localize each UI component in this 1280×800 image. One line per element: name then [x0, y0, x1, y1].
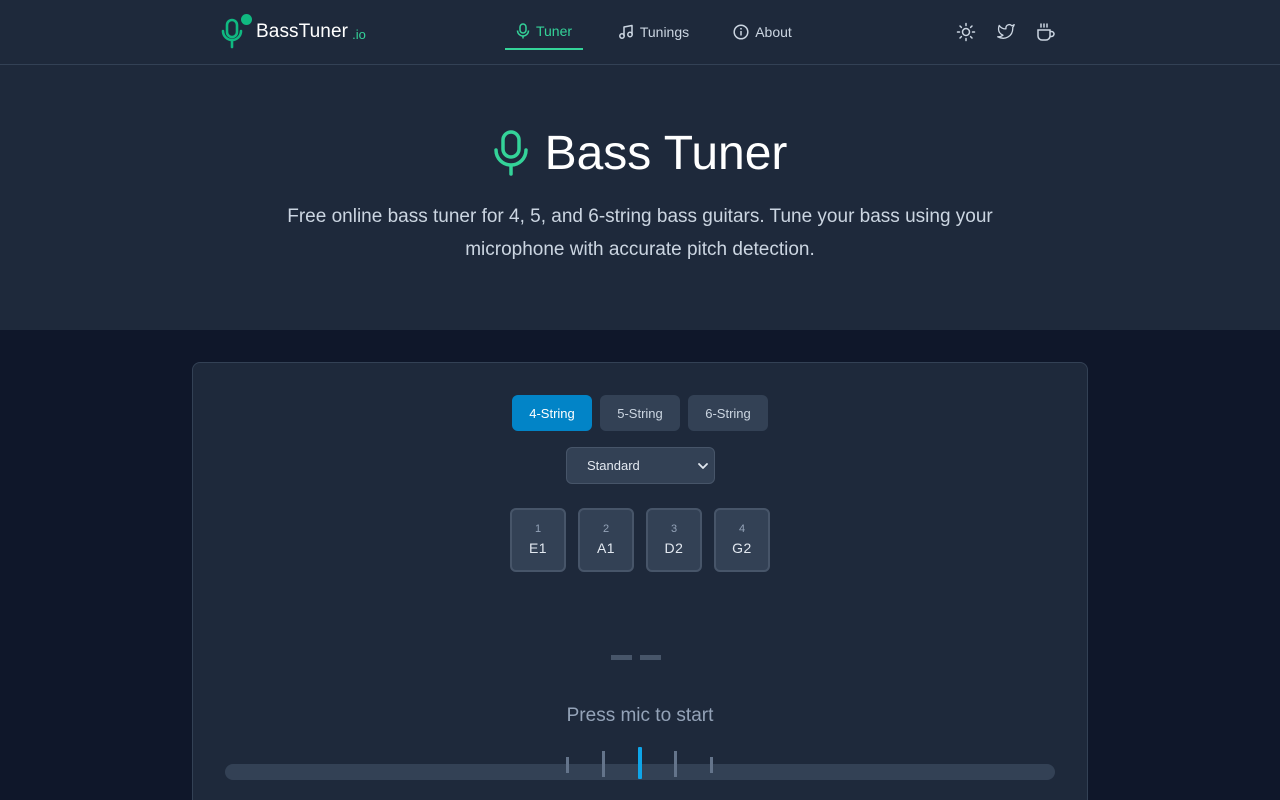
tab-tuner-label: Tuner	[535, 23, 573, 39]
tuning-meter	[225, 747, 1055, 780]
string-button-2[interactable]: 2 A1	[578, 508, 634, 572]
tuner-card: 4-String 5-String 6-String Standard 1 E1…	[192, 362, 1088, 800]
site-logo[interactable]: BassTuner .io	[220, 12, 366, 52]
meter-tick	[566, 757, 569, 773]
buy-coffee-link[interactable]	[1034, 20, 1058, 44]
meter-tick	[674, 751, 677, 777]
meter-tick	[710, 757, 713, 773]
meter-needle	[638, 747, 642, 779]
string-button-1[interactable]: 1 E1	[510, 508, 566, 572]
sun-icon	[956, 22, 976, 42]
tab-tunings[interactable]: Tunings	[611, 14, 696, 50]
twitter-icon	[997, 23, 1015, 39]
mic-icon	[493, 130, 528, 176]
string-number: 3	[670, 523, 678, 535]
mic-logo-icon	[220, 14, 252, 50]
string-number: 1	[534, 523, 542, 535]
string-note: E1	[528, 540, 548, 556]
chevron-down-icon	[698, 463, 708, 469]
five-string-button[interactable]: 5-String	[600, 395, 680, 431]
string-note: G2	[732, 540, 752, 556]
logo-status-dot	[241, 14, 252, 25]
string-note: D2	[664, 540, 684, 556]
four-string-button[interactable]: 4-String	[512, 395, 592, 431]
tab-tunings-label: Tunings	[639, 24, 690, 40]
info-icon	[733, 24, 749, 40]
top-navbar: BassTuner .io Tuner Tunings About	[0, 0, 1280, 65]
tab-about[interactable]: About	[725, 14, 800, 50]
theme-toggle-button[interactable]	[954, 20, 978, 44]
coffee-cup-icon	[1037, 23, 1055, 41]
logo-text: BassTuner	[256, 21, 349, 42]
hero-title-row: Bass Tuner	[0, 123, 1280, 183]
note-display-placeholder	[611, 655, 663, 661]
page-title: Bass Tuner	[544, 126, 788, 180]
tab-about-label: About	[755, 24, 792, 40]
logo-tld: .io	[352, 26, 366, 42]
hero-section: Bass Tuner Free online bass tuner for 4,…	[0, 65, 1280, 330]
string-note: A1	[596, 540, 616, 556]
string-number: 2	[602, 523, 610, 535]
hero-subtitle: Free online bass tuner for 4, 5, and 6-s…	[287, 206, 993, 260]
string-button-4[interactable]: 4 G2	[714, 508, 770, 572]
twitter-link[interactable]	[994, 20, 1018, 44]
meter-tick	[602, 751, 605, 777]
string-button-3[interactable]: 3 D2	[646, 508, 702, 572]
tuner-status: Press mic to start	[566, 705, 714, 726]
string-number: 4	[738, 523, 746, 535]
tuning-select-value: Standard	[587, 458, 640, 473]
tab-tuner[interactable]: Tuner	[505, 14, 583, 50]
six-string-button[interactable]: 6-String	[688, 395, 768, 431]
mic-icon	[516, 23, 530, 39]
tuning-select[interactable]: Standard	[566, 447, 715, 484]
music-note-icon	[618, 24, 633, 39]
